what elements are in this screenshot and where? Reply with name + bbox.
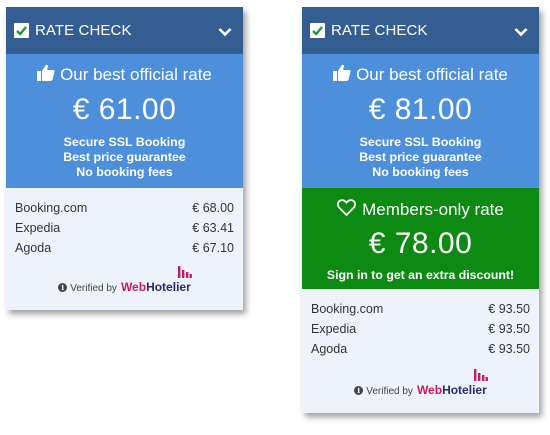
verified-by[interactable]: i Verified by WebHotelier [6, 266, 243, 294]
rate-row-booking: Booking.com € 68.00 [15, 198, 234, 218]
rate-site: Agoda [15, 241, 52, 255]
best-rate-price: € 61.00 [72, 93, 177, 126]
heart-icon [337, 199, 357, 221]
members-rate-price: € 78.00 [368, 227, 473, 260]
brand-web: Web [120, 280, 147, 294]
rate-price: € 93.50 [488, 342, 530, 356]
best-rate-title: Our best official rate [356, 65, 508, 84]
best-rate-title: Our best official rate [60, 65, 212, 84]
thumbs-up-icon [37, 64, 55, 86]
rate-price: € 93.50 [488, 322, 530, 336]
perk-ssl: Secure SSL Booking [359, 135, 482, 149]
check-icon [310, 23, 325, 38]
rate-price: € 63.41 [192, 221, 234, 235]
rate-check-header[interactable]: RATE CHECK [6, 7, 243, 54]
rate-price: € 67.10 [192, 241, 234, 255]
verified-by[interactable]: i Verified by WebHotelier [302, 369, 539, 397]
sign-in-link[interactable]: Sign in to get an extra discount! [302, 268, 539, 282]
check-icon [14, 23, 29, 38]
members-rate-panel[interactable]: Members-only rate € 78.00 Sign in to get… [302, 188, 539, 289]
best-rate-heading: Our best official rate [6, 54, 243, 86]
info-icon: i [354, 386, 364, 395]
rate-site: Agoda [311, 342, 348, 356]
perk-no-fees: No booking fees [372, 165, 469, 179]
rate-row-expedia: Expedia € 63.41 [15, 218, 234, 238]
perks-list: Secure SSL Booking Best price guarantee … [6, 135, 243, 180]
rate-check-widget: RATE CHECK Our best official rate € 61.0… [6, 7, 243, 310]
rate-row-booking: Booking.com € 93.50 [311, 299, 530, 319]
brand-web: Web [416, 383, 443, 397]
rate-check-header[interactable]: RATE CHECK [302, 7, 539, 54]
perk-price-guarantee: Best price guarantee [359, 150, 482, 164]
chevron-down-icon[interactable] [514, 24, 528, 41]
rate-site: Booking.com [311, 302, 384, 316]
perk-no-fees: No booking fees [76, 165, 173, 179]
webhotelier-logo-icon [177, 264, 193, 283]
best-rate-panel: Our best official rate € 61.00 Secure SS… [6, 54, 243, 188]
rate-row-expedia: Expedia € 93.50 [311, 319, 530, 339]
rate-site: Booking.com [15, 201, 88, 215]
chevron-down-icon[interactable] [218, 24, 232, 41]
verified-text: Verified by [366, 386, 413, 397]
perk-price-guarantee: Best price guarantee [63, 150, 186, 164]
perks-list: Secure SSL Booking Best price guarantee … [302, 135, 539, 180]
webhotelier-logo[interactable]: WebHotelier [416, 369, 488, 397]
members-rate-title: Members-only rate [362, 200, 504, 219]
webhotelier-logo-icon [473, 367, 489, 386]
rate-site: Expedia [15, 221, 61, 235]
rate-row-agoda: Agoda € 93.50 [311, 339, 530, 359]
members-rate-heading: Members-only rate [302, 188, 539, 221]
best-rate-heading: Our best official rate [302, 54, 539, 86]
rate-check-widget: RATE CHECK Our best official rate € 81.0… [302, 7, 539, 413]
competitor-rates: Booking.com € 93.50 Expedia € 93.50 Agod… [302, 289, 539, 359]
rate-price: € 93.50 [488, 302, 530, 316]
perk-ssl: Secure SSL Booking [63, 135, 186, 149]
info-icon: i [58, 283, 68, 292]
verified-text: Verified by [70, 283, 117, 294]
rate-check-title: RATE CHECK [35, 22, 132, 39]
best-rate-panel: Our best official rate € 81.00 Secure SS… [302, 54, 539, 188]
rate-check-title: RATE CHECK [331, 22, 428, 39]
competitor-rates: Booking.com € 68.00 Expedia € 63.41 Agod… [6, 188, 243, 258]
rate-site: Expedia [311, 322, 357, 336]
thumbs-up-icon [333, 64, 351, 86]
rate-price: € 68.00 [192, 201, 234, 215]
best-rate-price: € 81.00 [368, 93, 473, 126]
rate-row-agoda: Agoda € 67.10 [15, 238, 234, 258]
webhotelier-logo[interactable]: WebHotelier [120, 266, 192, 294]
